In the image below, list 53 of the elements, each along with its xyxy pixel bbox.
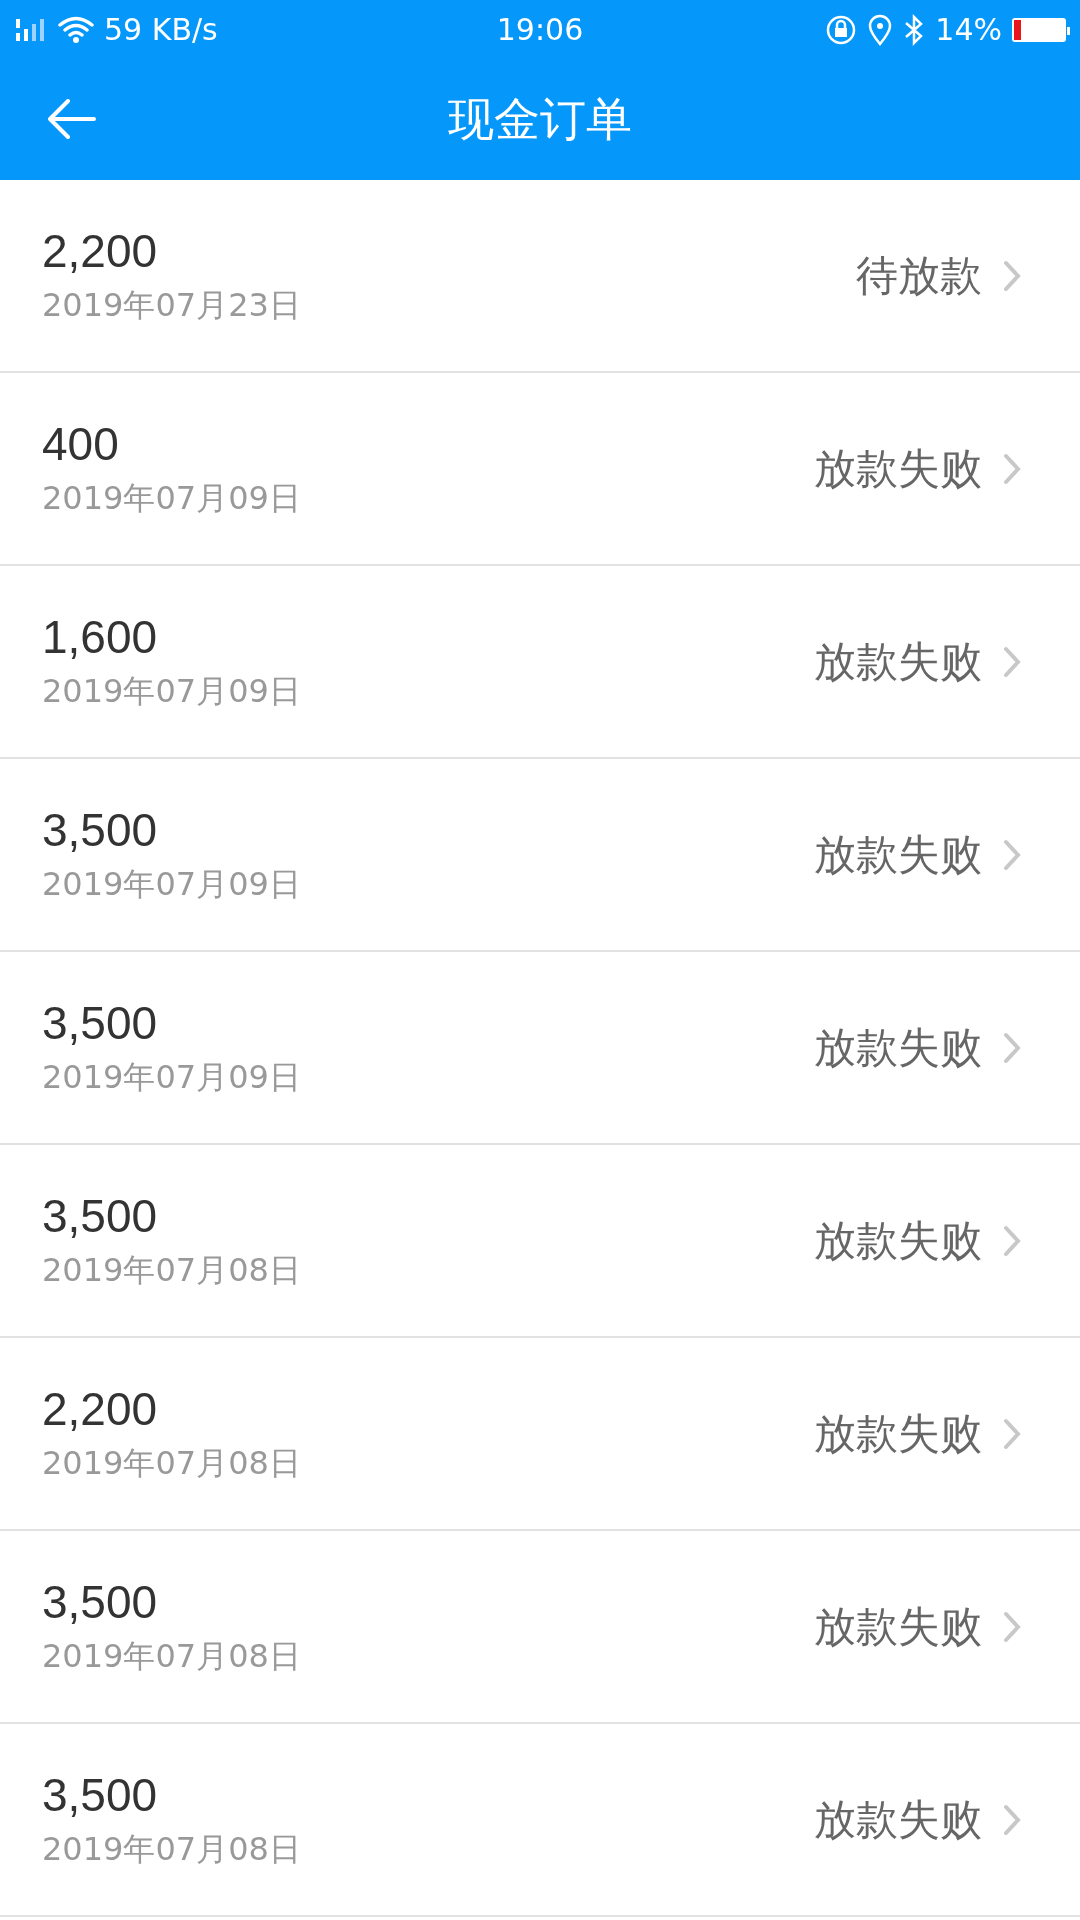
chevron-right-icon	[1002, 258, 1022, 293]
order-date: 2019年07月08日	[42, 1635, 301, 1677]
back-arrow-icon[interactable]	[46, 99, 96, 139]
order-item[interactable]: 1,600 2019年07月09日 放款失败	[0, 566, 1080, 759]
chevron-right-icon	[1002, 1802, 1022, 1837]
order-status: 待放款	[856, 249, 982, 302]
order-date: 2019年07月08日	[42, 1828, 301, 1870]
order-item[interactable]: 400 2019年07月09日 放款失败	[0, 373, 1080, 566]
order-item[interactable]: 3,500 2019年07月08日 放款失败	[0, 1724, 1080, 1917]
order-amount: 3,500	[42, 802, 159, 857]
order-amount: 3,500	[42, 1188, 159, 1243]
chevron-right-icon	[1002, 1030, 1022, 1065]
order-amount: 3,500	[42, 995, 159, 1050]
page-title: 现金订单	[448, 90, 632, 148]
order-status: 放款失败	[814, 1021, 982, 1074]
order-status: 放款失败	[814, 1214, 982, 1267]
location-icon	[867, 13, 894, 46]
order-status: 放款失败	[814, 1793, 982, 1846]
order-amount: 3,500	[42, 1574, 159, 1629]
chevron-right-icon	[1002, 1223, 1022, 1258]
order-status: 放款失败	[814, 1407, 982, 1460]
battery-percent: 14%	[935, 12, 1002, 47]
wifi-icon	[58, 15, 94, 44]
clock: 19:06	[496, 12, 584, 47]
order-item[interactable]: 3,500 2019年07月09日 放款失败	[0, 759, 1080, 952]
order-status: 放款失败	[814, 635, 982, 688]
order-item[interactable]: 3,500 2019年07月09日 放款失败	[0, 952, 1080, 1145]
order-item[interactable]: 3,500 2019年07月08日 放款失败	[0, 1145, 1080, 1338]
order-date: 2019年07月09日	[42, 477, 301, 519]
chevron-right-icon	[1002, 1416, 1022, 1451]
order-amount: 1,600	[42, 609, 159, 664]
chevron-right-icon	[1002, 1609, 1022, 1644]
order-status: 放款失败	[814, 442, 982, 495]
order-amount: 400	[42, 416, 120, 471]
order-amount: 2,200	[42, 223, 159, 278]
chevron-right-icon	[1002, 644, 1022, 679]
order-item[interactable]: 3,500 2019年07月08日 放款失败	[0, 1531, 1080, 1724]
order-status: 放款失败	[814, 1600, 982, 1653]
order-date: 2019年07月09日	[42, 1056, 301, 1098]
order-item[interactable]: 2,200 2019年07月23日 待放款	[0, 180, 1080, 373]
order-date: 2019年07月09日	[42, 863, 301, 905]
order-date: 2019年07月08日	[42, 1442, 301, 1484]
chevron-right-icon	[1002, 451, 1022, 486]
order-amount: 2,200	[42, 1381, 159, 1436]
rotation-lock-icon	[825, 13, 858, 46]
order-date: 2019年07月23日	[42, 284, 301, 326]
order-amount: 3,500	[42, 1767, 159, 1822]
order-item[interactable]: 2,200 2019年07月08日 放款失败	[0, 1338, 1080, 1531]
order-date: 2019年07月09日	[42, 670, 301, 712]
network-speed: 59 KB/s	[104, 12, 218, 47]
order-status: 放款失败	[814, 828, 982, 881]
chevron-right-icon	[1002, 837, 1022, 872]
order-date: 2019年07月08日	[42, 1249, 301, 1291]
